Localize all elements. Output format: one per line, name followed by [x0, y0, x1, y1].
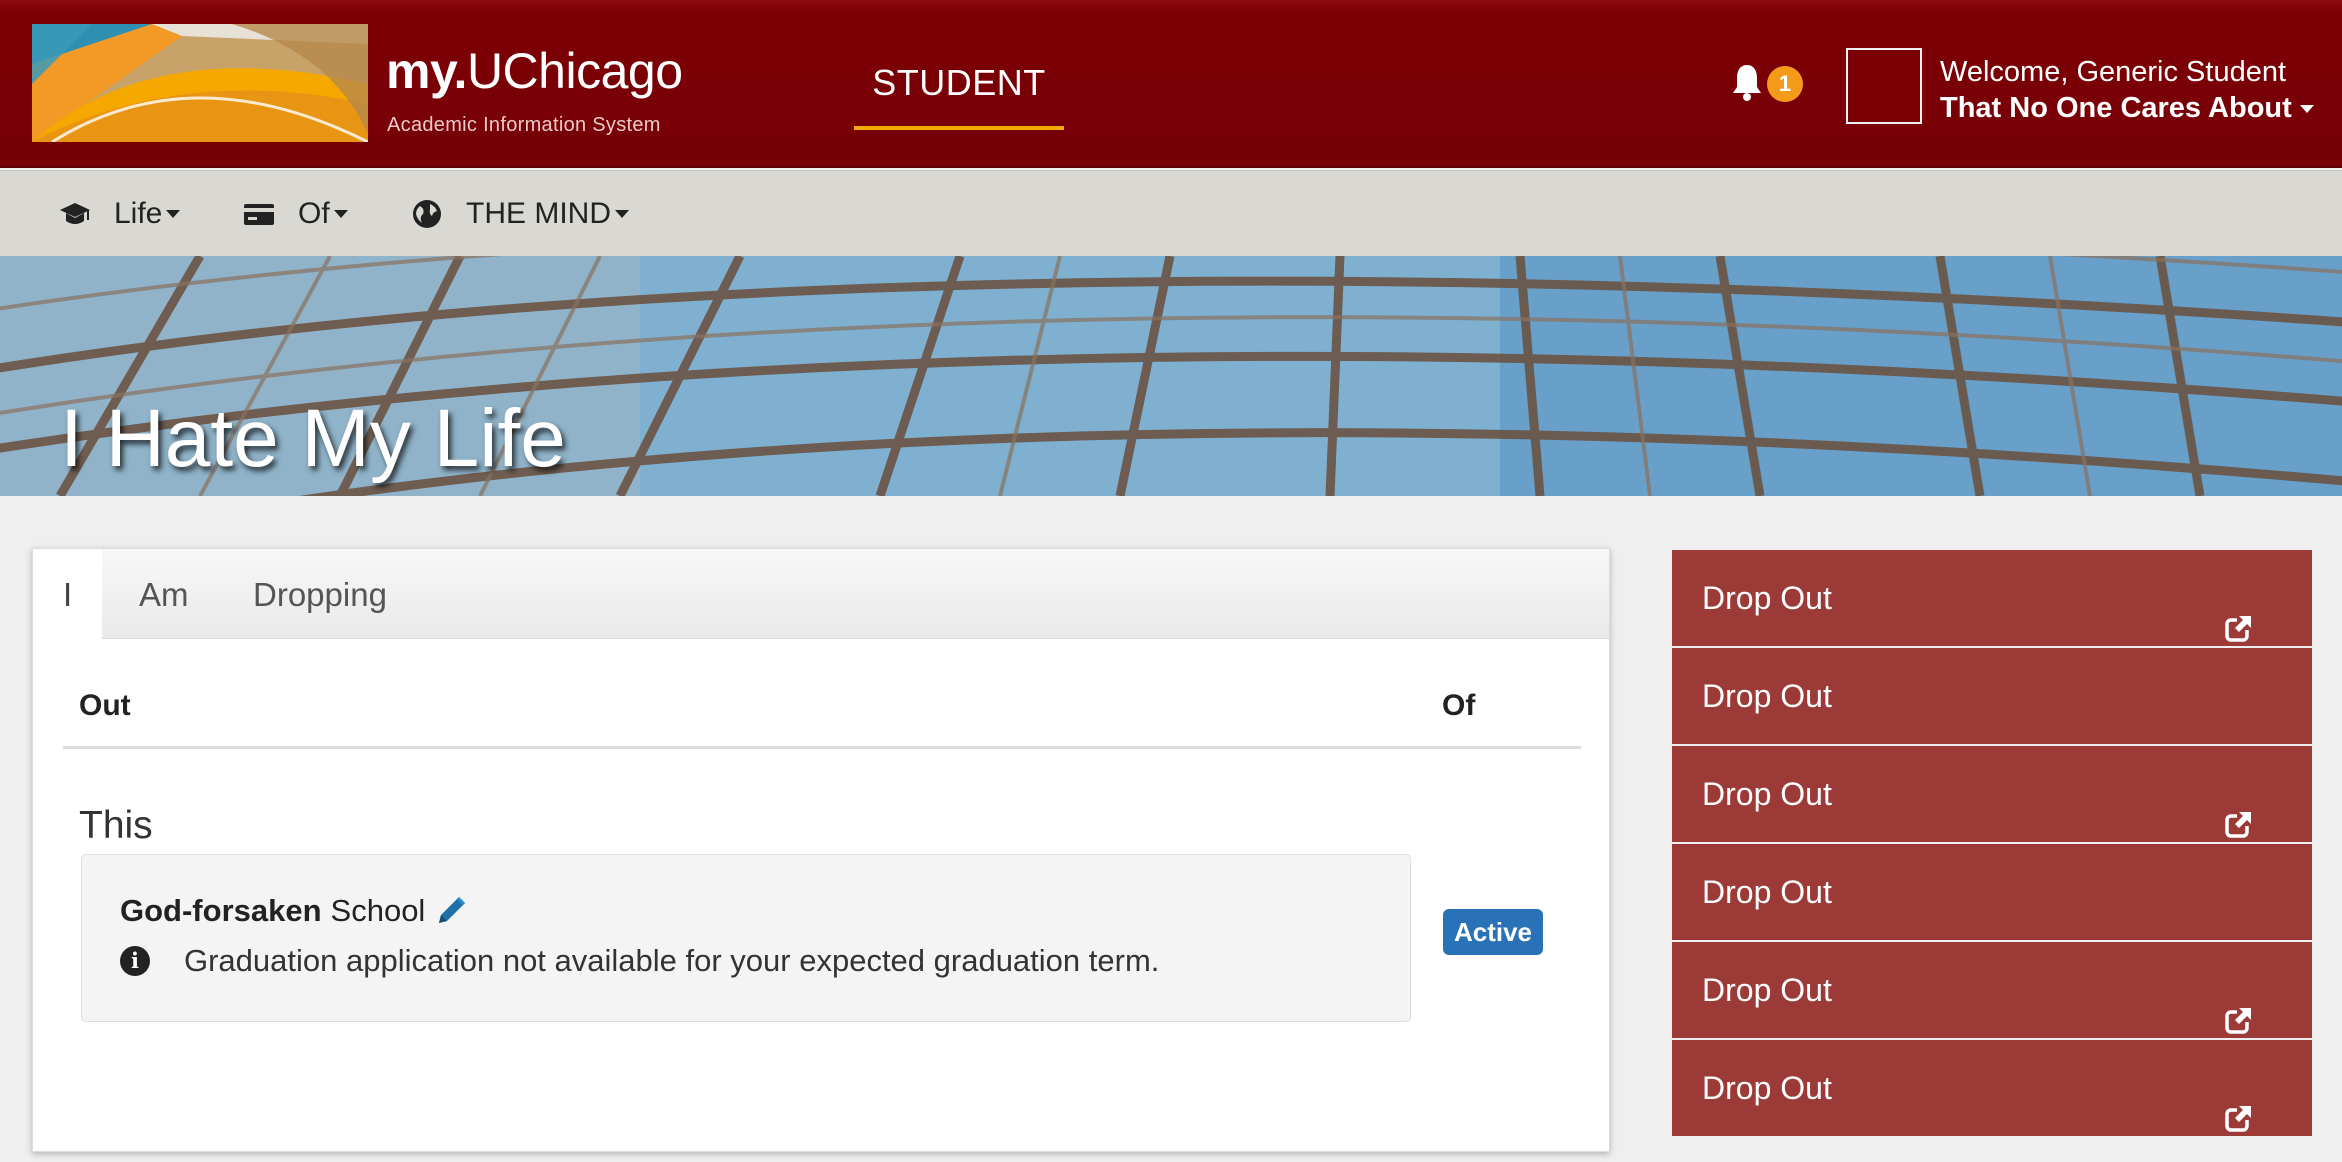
program-card: God-forsaken School i Graduation applica… [81, 854, 1411, 1022]
brand-title[interactable]: my.UChicago [386, 42, 683, 100]
chevron-down-icon [2299, 105, 2314, 114]
welcome-text: Welcome, Generic Student [1940, 56, 2287, 88]
brand-subtitle: Academic Information System [387, 114, 661, 136]
academic-panel: I Am Dropping Out Of This God-forsaken S… [32, 548, 1610, 1152]
program-name-bold: God-forsaken [120, 893, 322, 928]
hero-banner: I Hate My Life [0, 256, 2342, 496]
link-label: Drop Out [1702, 776, 1832, 812]
drop-out-link[interactable]: Drop Out [1672, 648, 2312, 744]
subnav-item-the-mind[interactable]: THE MIND [410, 193, 629, 235]
link-label: Drop Out [1702, 874, 1832, 910]
external-link-icon [2224, 780, 2254, 838]
secondary-nav: Life Of THE MIND [0, 170, 2342, 256]
subnav-item-label: THE MIND [466, 197, 611, 230]
program-line: God-forsaken School [120, 893, 469, 929]
drop-out-link[interactable]: Drop Out [1672, 942, 2312, 1038]
pencil-edit-icon[interactable] [433, 893, 469, 929]
program-name-rest: School [330, 893, 426, 928]
tab-bar: I Am Dropping [33, 549, 1609, 641]
chevron-down-icon [615, 210, 629, 218]
uchicago-logo[interactable] [32, 24, 368, 142]
drop-out-link[interactable]: Drop Out [1672, 550, 2312, 646]
subnav-item-label: Life [114, 197, 163, 230]
external-link-icon [2224, 584, 2254, 642]
credit-card-icon [242, 197, 276, 231]
nav-student-tab[interactable]: STUDENT [854, 62, 1064, 130]
link-label: Drop Out [1702, 972, 1832, 1008]
tab-dropping[interactable]: Dropping [217, 549, 423, 641]
notification-count-badge[interactable]: 1 [1767, 66, 1803, 102]
graduation-info-line: i Graduation application not available f… [120, 943, 1159, 979]
subnav-item-label: Of [298, 197, 330, 230]
user-avatar[interactable] [1846, 48, 1922, 124]
drop-out-link[interactable]: Drop Out [1672, 1040, 2312, 1136]
link-label: Drop Out [1702, 580, 1832, 616]
status-badge: Active [1443, 909, 1543, 955]
brand-title-bold: my. [386, 43, 467, 99]
link-label: Drop Out [1702, 678, 1832, 714]
brand-title-rest: UChicago [466, 43, 683, 99]
link-label: Drop Out [1702, 1070, 1832, 1106]
external-link-icon [2224, 976, 2254, 1034]
column-header-of: Of [1442, 689, 1476, 722]
external-link-icon [2224, 1074, 2254, 1132]
header-divider [63, 746, 1581, 749]
drop-out-link[interactable]: Drop Out [1672, 844, 2312, 940]
tab-i[interactable]: I [33, 549, 103, 641]
graduation-cap-icon [58, 197, 92, 231]
chevron-down-icon [333, 210, 348, 218]
section-title: This [79, 804, 153, 847]
tab-am[interactable]: Am [103, 549, 225, 641]
graduation-info-text: Graduation application not available for… [184, 943, 1160, 978]
info-icon: i [120, 946, 150, 976]
top-header: my.UChicago Academic Information System … [0, 0, 2342, 168]
subnav-item-of[interactable]: Of [242, 193, 348, 235]
subnav-item-life[interactable]: Life [58, 193, 181, 235]
user-name: That No One Cares About [1940, 92, 2292, 124]
drop-out-link[interactable]: Drop Out [1672, 746, 2312, 842]
page-title: I Hate My Life [60, 393, 566, 484]
user-menu-toggle[interactable]: That No One Cares About [1940, 92, 2314, 125]
bell-icon[interactable] [1730, 62, 1764, 102]
chevron-down-icon [166, 210, 181, 218]
column-header-out: Out [79, 689, 131, 722]
globe-icon [410, 197, 444, 231]
quick-links-list: Drop Out Drop Out Drop Out Drop Out Drop… [1672, 550, 2312, 1138]
